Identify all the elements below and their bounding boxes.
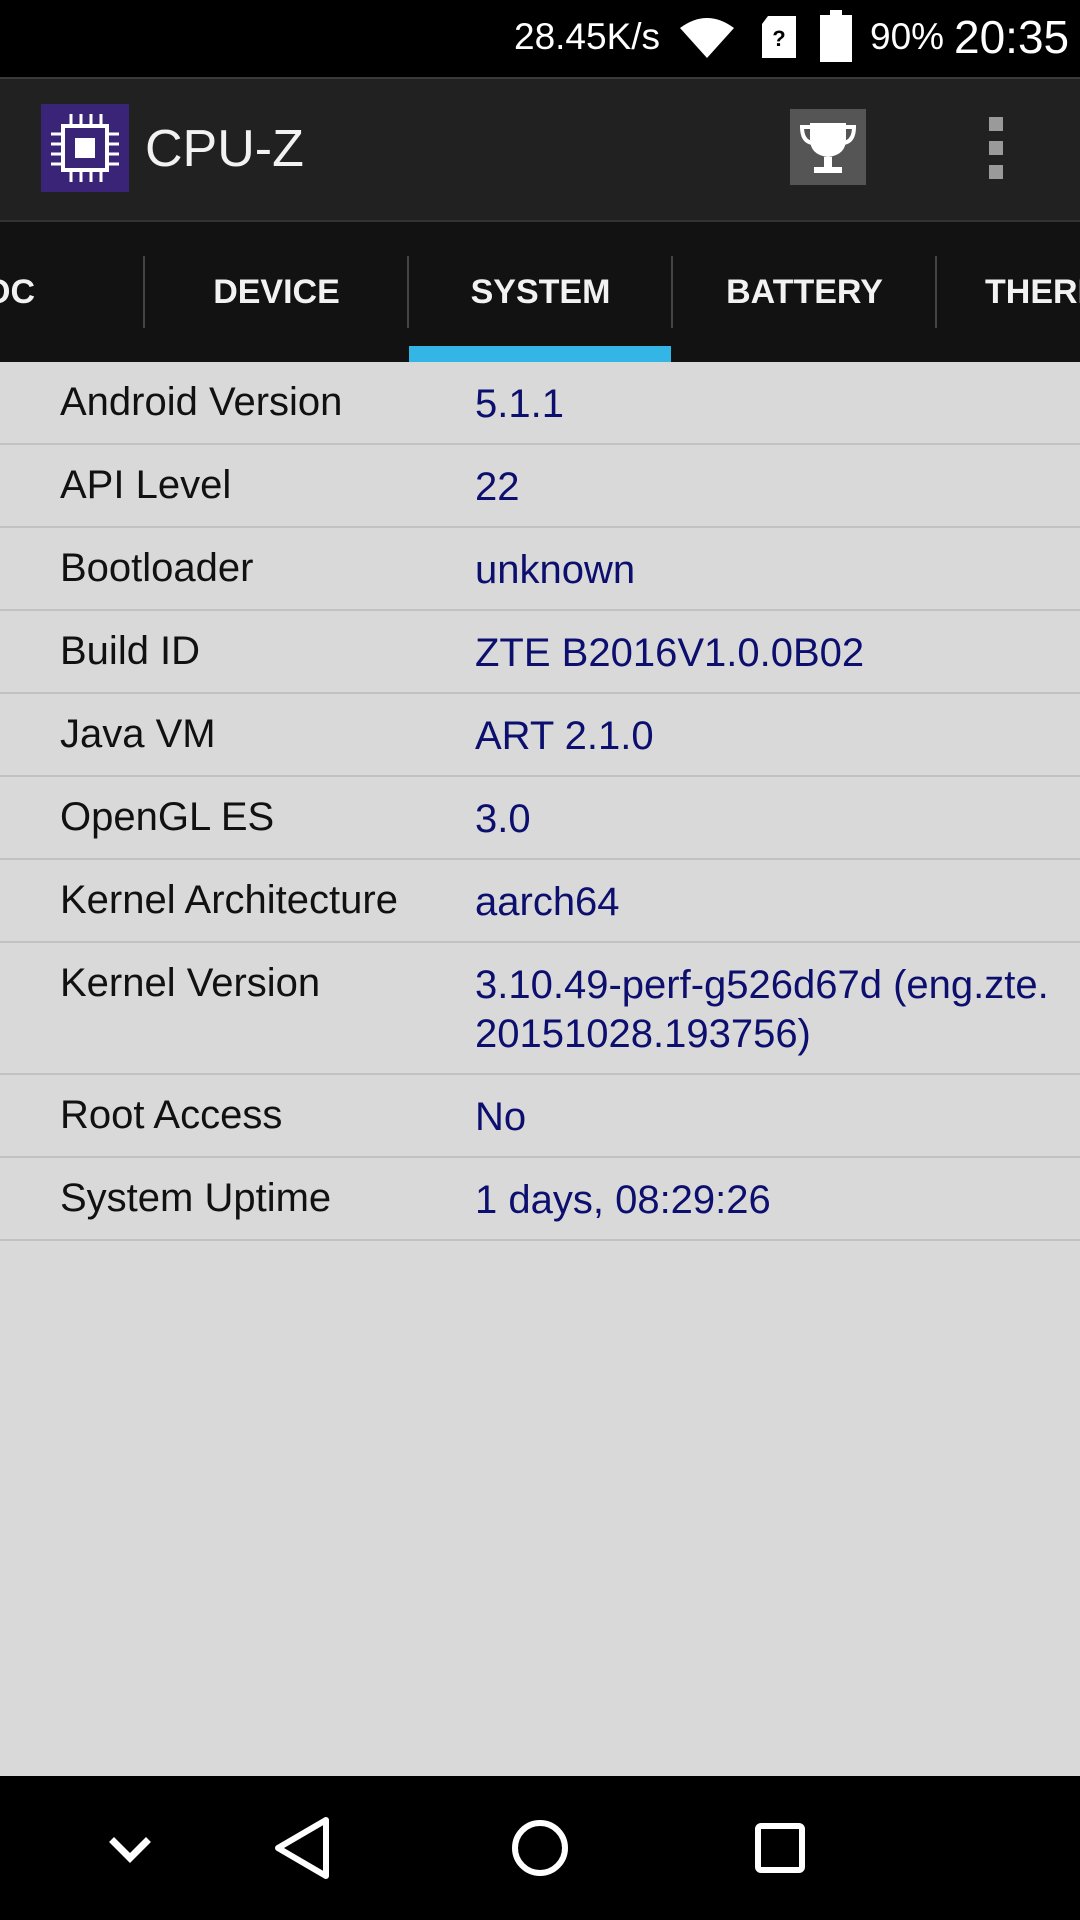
info-label: Build ID <box>60 629 201 673</box>
info-row-kernel-architecture: Kernel Architecture aarch64 <box>0 860 1080 943</box>
info-label: Kernel Version <box>60 961 321 1005</box>
info-value: 5.1.1 <box>475 382 564 426</box>
tab-device[interactable]: DEVICE <box>145 222 408 362</box>
info-label: Kernel Architecture <box>60 878 398 922</box>
info-row-system-uptime: System Uptime 1 days, 08:29:26 <box>0 1158 1080 1241</box>
overflow-menu-icon[interactable] <box>975 109 1017 189</box>
info-value: 1 days, 08:29:26 <box>475 1178 771 1222</box>
info-row-java-vm: Java VM ART 2.1.0 <box>0 694 1080 777</box>
info-label: Root Access <box>60 1093 283 1137</box>
battery-icon <box>820 10 852 62</box>
info-value: No <box>475 1095 527 1139</box>
back-icon[interactable] <box>258 1776 348 1920</box>
tab-system[interactable]: SYSTEM <box>409 222 672 362</box>
info-row-build-id: Build ID ZTE B2016V1.0.0B02 <box>0 611 1080 694</box>
info-row-kernel-version: Kernel Version 3.10.49-perf-g526d67d (en… <box>0 943 1080 1075</box>
info-value: ART 2.1.0 <box>475 714 654 758</box>
info-row-api-level: API Level 22 <box>0 445 1080 528</box>
info-label: Android Version <box>60 380 343 424</box>
tab-bar: OC DEVICE SYSTEM BATTERY THERI <box>0 220 1080 362</box>
info-label: System Uptime <box>60 1176 332 1220</box>
info-label: Bootloader <box>60 546 254 590</box>
info-label: Java VM <box>60 712 216 756</box>
cpu-z-app-icon <box>41 104 129 192</box>
clock: 20:35 <box>954 11 1070 63</box>
info-label: OpenGL ES <box>60 795 275 839</box>
tab-battery[interactable]: BATTERY <box>673 222 936 362</box>
tab-thermal[interactable]: THERI <box>937 222 1080 362</box>
info-row-bootloader: Bootloader unknown <box>0 528 1080 611</box>
info-row-root-access: Root Access No <box>0 1075 1080 1158</box>
info-label: API Level <box>60 463 232 507</box>
hide-keyboard-icon[interactable] <box>90 1776 170 1920</box>
wifi-icon <box>680 18 734 58</box>
sim-unknown-icon: ? <box>762 16 796 58</box>
tab-label: BATTERY <box>726 273 883 311</box>
selected-tab-indicator <box>409 346 671 362</box>
recents-icon[interactable] <box>740 1776 820 1920</box>
tab-label: SYSTEM <box>470 273 611 311</box>
info-value: unknown <box>475 548 636 592</box>
svg-text:?: ? <box>772 26 785 51</box>
info-value: 3.10.49-perf-g526d67d (eng.zte. 20151028… <box>475 963 1049 1056</box>
network-speed: 28.45K/s <box>514 16 661 57</box>
info-row-android-version: Android Version 5.1.1 <box>0 362 1080 445</box>
tab-label: DEVICE <box>213 273 340 311</box>
tab-label: OC <box>0 273 35 311</box>
battery-percent: 90% <box>870 16 945 57</box>
navigation-bar <box>0 1776 1080 1920</box>
app-bar: CPU-Z <box>0 77 1080 220</box>
info-value: ZTE B2016V1.0.0B02 <box>475 631 865 675</box>
home-icon[interactable] <box>500 1776 580 1920</box>
app-title: CPU-Z <box>145 120 304 178</box>
info-value: 3.0 <box>475 797 531 841</box>
info-value: aarch64 <box>475 880 620 924</box>
trophy-icon[interactable] <box>790 109 866 185</box>
system-info-list: Android Version 5.1.1 API Level 22 Bootl… <box>0 362 1080 1241</box>
status-bar: 28.45K/s ? 90% 20:35 <box>0 0 1080 77</box>
tab-soc[interactable]: OC <box>0 222 141 362</box>
info-row-opengl-es: OpenGL ES 3.0 <box>0 777 1080 860</box>
tab-label: THERI <box>985 273 1080 311</box>
info-value: 22 <box>475 465 520 509</box>
